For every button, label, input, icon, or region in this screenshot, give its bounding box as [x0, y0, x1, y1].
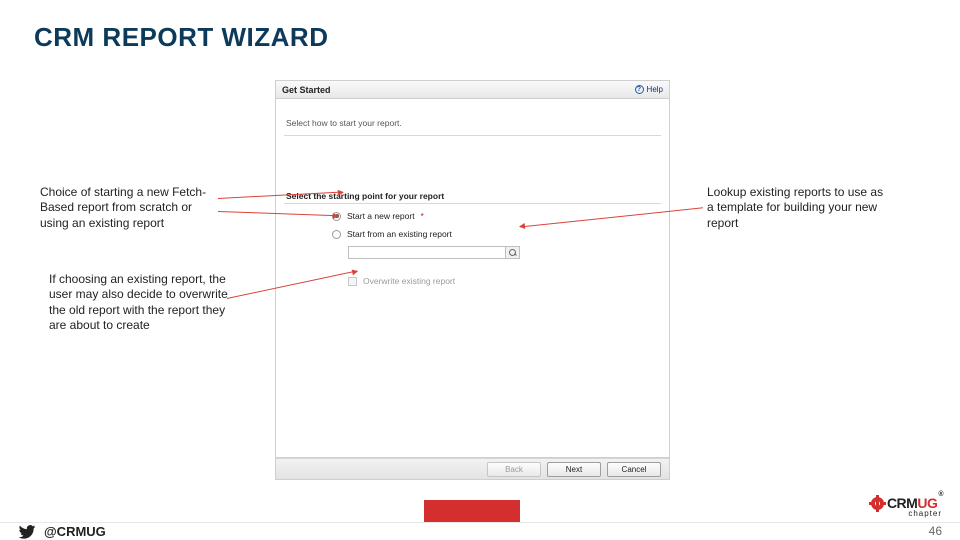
option-start-existing[interactable]: Start from an existing report: [332, 229, 452, 239]
checkbox-icon[interactable]: [348, 277, 357, 286]
next-button[interactable]: Next: [547, 462, 601, 477]
back-button[interactable]: Back: [487, 462, 541, 477]
help-link[interactable]: ? Help: [635, 85, 663, 94]
cancel-button[interactable]: Cancel: [607, 462, 661, 477]
section-label: Select the starting point for your repor…: [286, 191, 444, 201]
option-label: Start a new report: [347, 211, 415, 221]
lookup-button[interactable]: [506, 246, 520, 259]
dialog-title: Get Started: [282, 85, 331, 95]
slide-title: CRM REPORT WIZARD: [34, 22, 328, 53]
logo-chapter: chapter: [908, 509, 942, 518]
radio-icon: [332, 230, 341, 239]
dialog-instruction: Select how to start your report.: [286, 118, 402, 128]
help-icon: ?: [635, 85, 644, 94]
callout-overwrite: If choosing an existing report, the user…: [49, 272, 229, 333]
option-start-new[interactable]: Start a new report *: [332, 211, 424, 221]
accent-bar: [424, 500, 520, 522]
registered-icon: ®: [938, 491, 943, 507]
crmug-logo: CRMUG® chapter: [871, 495, 942, 518]
overwrite-label: Overwrite existing report: [363, 276, 455, 286]
slide-footer: [0, 522, 960, 540]
radio-icon: [332, 212, 341, 221]
twitter-handle: @CRMUG: [18, 524, 106, 539]
lookup-input[interactable]: [348, 246, 506, 259]
divider: [284, 203, 661, 204]
overwrite-row: Overwrite existing report: [348, 276, 455, 286]
help-label: Help: [647, 85, 663, 94]
page-number: 46: [929, 524, 942, 538]
callout-lookup: Lookup existing reports to use as a temp…: [707, 185, 887, 231]
search-icon: [509, 249, 516, 256]
dialog-footer: Back Next Cancel: [275, 458, 670, 480]
handle-text: @CRMUG: [44, 524, 106, 539]
divider: [284, 135, 661, 136]
dialog-body: Select how to start your report. Select …: [275, 98, 670, 458]
dialog-header: Get Started ? Help: [275, 80, 670, 98]
required-star-icon: *: [421, 212, 424, 221]
callout-choice: Choice of starting a new Fetch-Based rep…: [40, 185, 220, 231]
report-wizard-dialog: Get Started ? Help Select how to start y…: [275, 80, 670, 480]
gear-icon: [871, 497, 884, 510]
option-label: Start from an existing report: [347, 229, 452, 239]
existing-report-lookup: [348, 246, 520, 259]
twitter-icon: [18, 525, 36, 539]
